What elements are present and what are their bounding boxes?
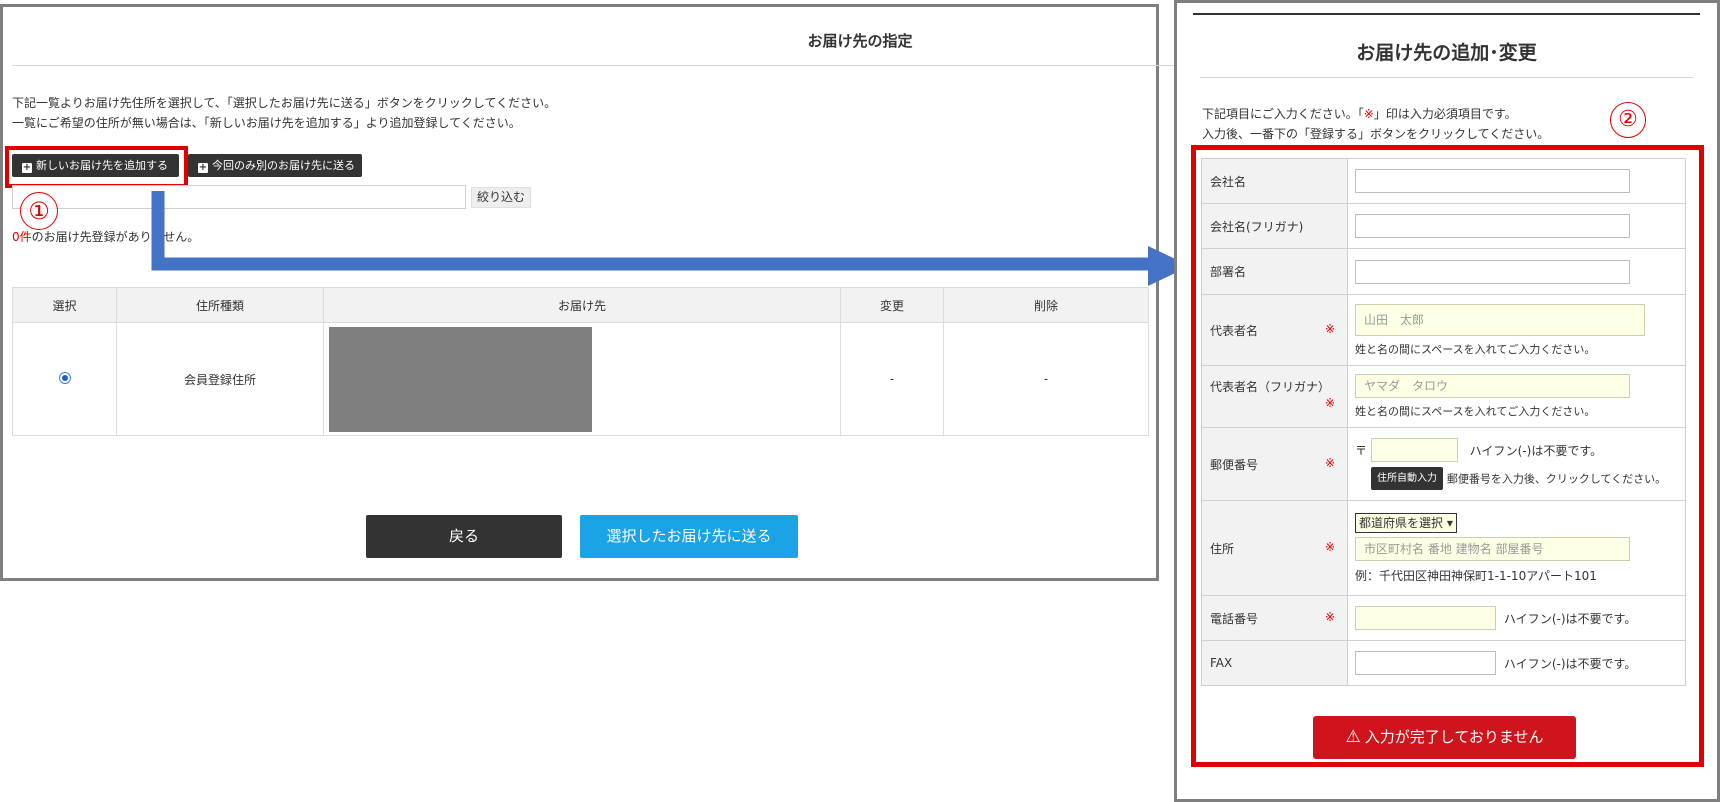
required-mark-legend: ※ [1363, 107, 1374, 121]
annotation-marker-2: ② [1610, 102, 1646, 138]
right-desc-line-2: 入力後、一番下の「登録する」ボタンをクリックしてください。 [1202, 127, 1550, 141]
right-title-divider [1200, 77, 1693, 78]
flow-arrow-line [151, 191, 1150, 271]
annotation-highlight-box-2 [1191, 145, 1704, 767]
right-page-title: お届け先の追加･変更 [1356, 42, 1537, 64]
right-description: 下記項目にご入力ください。「※」印は入力必須項目です。 入力後、一番下の「登録す… [1202, 104, 1549, 144]
right-top-divider [1193, 13, 1700, 15]
right-desc-line-1: 下記項目にご入力ください。「※」印は入力必須項目です。 [1202, 104, 1549, 124]
right-desc-text-b: 」印は入力必須項目です。 [1373, 107, 1517, 121]
right-desc-text-a: 下記項目にご入力ください。「 [1202, 107, 1364, 121]
